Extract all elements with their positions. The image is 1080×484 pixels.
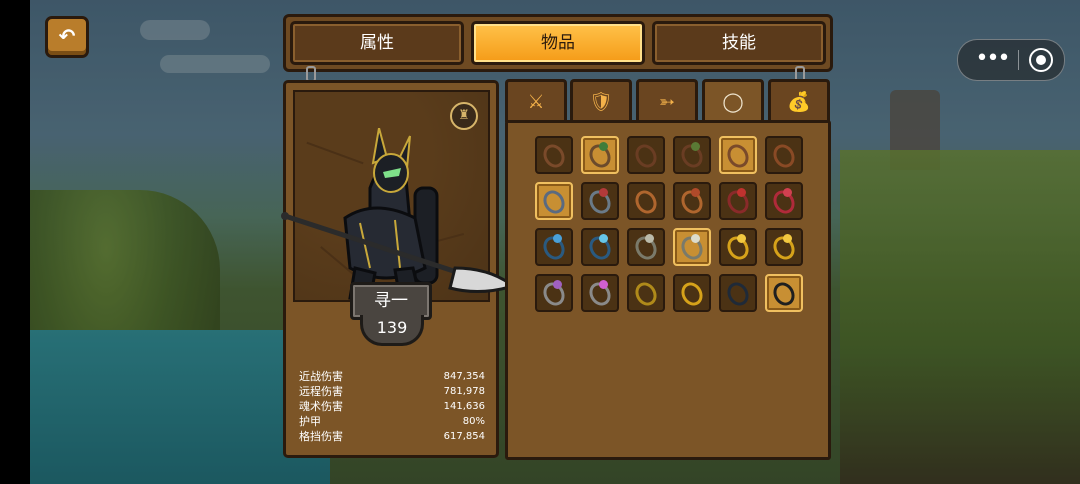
stat-value: 781,978	[443, 386, 485, 397]
ring-slot[interactable]	[719, 182, 757, 220]
stat-label: 护甲	[299, 415, 321, 428]
hero-level: 139	[360, 315, 424, 346]
gem-icon	[599, 234, 608, 243]
gem-icon	[691, 234, 700, 243]
bow-icon: ➳	[659, 91, 675, 113]
tab-rings[interactable]: ◯	[702, 79, 764, 126]
ring-slot[interactable]	[581, 182, 619, 220]
ring-slot[interactable]	[719, 136, 757, 174]
stat-label: 魂术伤害	[299, 400, 343, 413]
tab-ranged[interactable]: ➳	[636, 79, 698, 122]
ring-slot[interactable]	[627, 228, 665, 266]
ring-slot[interactable]	[535, 274, 573, 312]
ring-icon	[769, 278, 799, 310]
stats-list: 近战伤害 847,354 远程伤害 781,978 魂术伤害 141,636 护…	[299, 369, 485, 444]
gem-icon	[783, 234, 792, 243]
ring-slot[interactable]	[719, 274, 757, 312]
crossed-swords-icon: ⚔	[527, 91, 545, 113]
helmet-icon[interactable]: ♜	[450, 102, 478, 130]
ring-slot[interactable]	[627, 274, 665, 312]
stat-row: 格挡伤害 617,854	[299, 429, 485, 444]
ring-icon	[631, 278, 661, 310]
gem-icon	[691, 142, 700, 151]
main-tab-bar: 属性 物品 技能	[283, 14, 833, 72]
ring-slot[interactable]	[627, 182, 665, 220]
ring-slot[interactable]	[765, 182, 803, 220]
ring-slot[interactable]	[581, 228, 619, 266]
stat-label: 远程伤害	[299, 385, 343, 398]
tab-weapons[interactable]: ⚔	[505, 79, 567, 122]
gem-icon	[737, 234, 746, 243]
tab-armor[interactable]: 🛡	[570, 79, 632, 122]
ring-slot[interactable]	[673, 228, 711, 266]
gem-icon	[599, 142, 608, 151]
tab-label: 物品	[541, 33, 575, 53]
bag-icon: 💰	[787, 91, 811, 113]
ring-slot[interactable]	[673, 182, 711, 220]
stat-value: 80%	[462, 416, 485, 427]
gem-icon	[691, 188, 700, 197]
tab-label: 属性	[360, 33, 394, 53]
ring-slot[interactable]	[765, 228, 803, 266]
stat-row: 近战伤害 847,354	[299, 369, 485, 384]
ring-slot[interactable]	[535, 228, 573, 266]
ring-icon	[539, 186, 569, 218]
stat-label: 近战伤害	[299, 370, 343, 383]
stat-row: 远程伤害 781,978	[299, 384, 485, 399]
gem-icon	[599, 280, 608, 289]
back-arrow-icon: ↶	[58, 24, 76, 48]
ring-slot[interactable]	[535, 182, 573, 220]
ring-slot[interactable]	[719, 228, 757, 266]
ring-slot[interactable]	[765, 274, 803, 312]
category-tabs: ⚔ 🛡 ➳ ◯ 💰	[505, 79, 830, 126]
ring-icon: ◯	[722, 91, 744, 113]
ring-icon	[539, 140, 569, 172]
ring-icon	[723, 278, 753, 310]
tab-items[interactable]: 物品	[471, 21, 645, 65]
gem-icon	[737, 188, 746, 197]
gem-icon	[599, 188, 608, 197]
stat-value: 617,854	[443, 431, 485, 442]
mini-program-capsule: •••	[957, 39, 1065, 81]
ring-icon	[769, 140, 799, 172]
tab-bags[interactable]: 💰	[768, 79, 830, 122]
gem-icon	[553, 234, 562, 243]
ring-slot[interactable]	[581, 136, 619, 174]
gem-icon	[553, 280, 562, 289]
gem-icon	[783, 188, 792, 197]
stat-row: 护甲 80%	[299, 414, 485, 429]
ring-icon	[723, 140, 753, 172]
tab-skills[interactable]: 技能	[652, 21, 826, 65]
stat-label: 格挡伤害	[299, 430, 343, 443]
tab-attributes[interactable]: 属性	[290, 21, 464, 65]
close-target-icon[interactable]	[1029, 48, 1053, 72]
hero-panel: ♜ 寻一 139 近战伤害 847,354 远程伤害 781,978 魂术伤害 …	[281, 80, 515, 458]
ring-icon	[631, 186, 661, 218]
back-button[interactable]: ↶	[45, 16, 89, 58]
gem-icon	[645, 234, 654, 243]
item-grid-panel	[505, 120, 831, 460]
hero-portrait: ♜	[281, 90, 515, 302]
tab-label: 技能	[722, 33, 756, 53]
ring-slot[interactable]	[535, 136, 573, 174]
ring-slot[interactable]	[673, 136, 711, 174]
ring-icon	[631, 140, 661, 172]
stat-value: 847,354	[443, 371, 485, 382]
ring-slot[interactable]	[673, 274, 711, 312]
more-icon[interactable]: •••	[972, 48, 1012, 72]
ring-slot[interactable]	[627, 136, 665, 174]
ring-slot[interactable]	[581, 274, 619, 312]
ring-icon	[677, 278, 707, 310]
stat-row: 魂术伤害 141,636	[299, 399, 485, 414]
armor-icon: 🛡	[588, 91, 614, 113]
stat-value: 141,636	[443, 401, 485, 412]
ring-slot[interactable]	[765, 136, 803, 174]
